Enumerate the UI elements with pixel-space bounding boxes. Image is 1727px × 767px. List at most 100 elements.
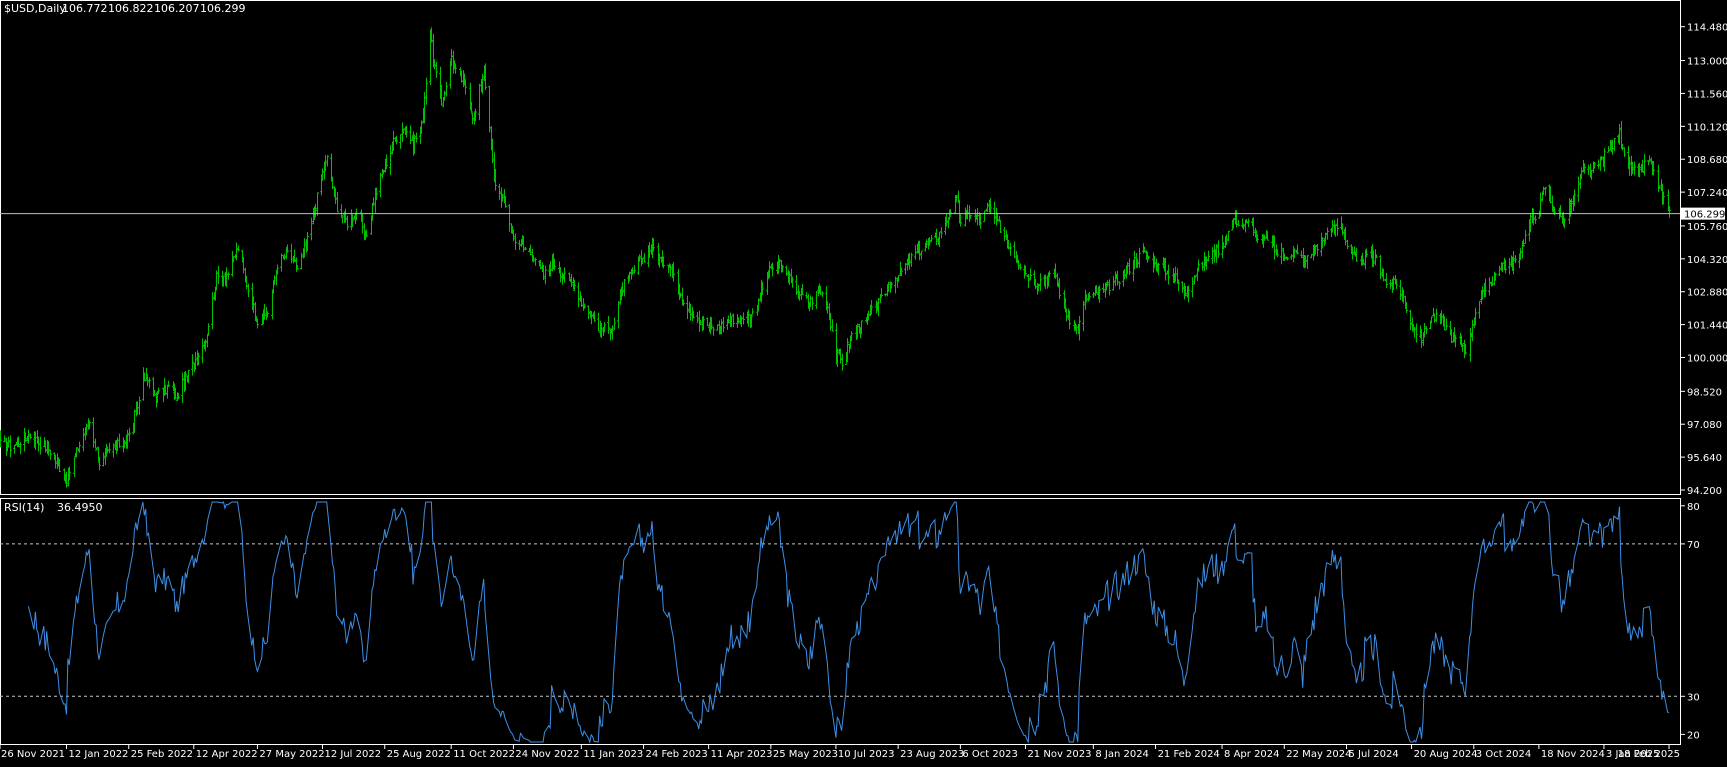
- ohlc-bar: [1280, 242, 1283, 265]
- ohlc-bar: [19, 441, 22, 455]
- ohlc-bar: [300, 252, 303, 270]
- ohlc-bar: [1326, 227, 1329, 240]
- ohlc-bar: [295, 257, 298, 272]
- ohlc-bar: [1498, 265, 1501, 276]
- ohlc-bar: [1514, 255, 1517, 264]
- time-axis: 26 Nov 2021 12 Jan 2022 25 Feb 2022 12 Apr …: [0, 745, 1680, 760]
- rsi-tick-label: 30: [1687, 692, 1700, 703]
- ohlc-bar: [1607, 146, 1610, 153]
- ohlc-bar: [587, 305, 590, 320]
- price-tick-label: 98.520: [1687, 387, 1722, 398]
- time-tick-label: 11 Oct 2022: [453, 749, 515, 760]
- ohlc-bar: [983, 210, 986, 223]
- rsi-tick-label: 80: [1687, 502, 1700, 513]
- ohlc-bar: [1029, 268, 1032, 281]
- price-panel-frame: [0, 0, 1681, 495]
- price-tick-label: 97.080: [1687, 420, 1722, 431]
- ohlc-bar: [73, 457, 76, 478]
- ohlc-bar: [894, 276, 897, 294]
- time-tick-label: 8 Apr 2024: [1224, 749, 1279, 760]
- ohlc-bar: [751, 308, 754, 316]
- ohlc-bar: [1445, 318, 1448, 331]
- ohlc-bar: [1430, 316, 1433, 323]
- ohlc-bar: [1435, 308, 1438, 323]
- ohlc-bar: [415, 132, 418, 143]
- ohlc-bar: [336, 192, 339, 213]
- price-tick-label: 111.560: [1687, 89, 1727, 100]
- ohlc-bar: [389, 145, 392, 175]
- ohlc-bar: [607, 316, 610, 334]
- ohlc-bar: [1613, 138, 1616, 152]
- ohlc-bar: [340, 204, 343, 218]
- ohlc-open: 106.772: [62, 2, 108, 15]
- price-tick-label: 100.000: [1687, 354, 1727, 365]
- ohlc-bar: [1247, 218, 1250, 228]
- ohlc-bar: [930, 235, 933, 242]
- ohlc-bar: [478, 83, 481, 121]
- ohlc-bar: [1207, 250, 1210, 262]
- ohlc-bar: [768, 261, 771, 278]
- ohlc-bar: [235, 242, 238, 261]
- ohlc-bar: [142, 367, 145, 401]
- price-tick-label: 113.000: [1687, 57, 1727, 68]
- ohlc-bar: [435, 62, 438, 78]
- ohlc-bar: [1290, 254, 1293, 260]
- time-tick-label: 11 Apr 2023: [711, 749, 773, 760]
- time-tick-label: 25 Feb 2022: [131, 749, 193, 760]
- ohlc-bar: [39, 436, 42, 455]
- ohlc-bar: [1544, 186, 1547, 196]
- time-tick-label: 8 Jan 2024: [1095, 749, 1149, 760]
- ohlc-bar: [1082, 300, 1085, 332]
- ohlc-bar: [138, 396, 141, 415]
- ohlc-bar: [544, 265, 547, 285]
- ohlc-bar: [379, 172, 382, 198]
- ohlc-bar: [1461, 343, 1464, 352]
- ohlc-bar: [1138, 247, 1141, 268]
- ohlc-bar: [1118, 281, 1121, 290]
- ohlc-bar: [623, 278, 626, 297]
- ohlc-bar: [310, 217, 313, 241]
- rsi-value: 36.4950: [57, 501, 103, 514]
- ohlc-bar: [1415, 323, 1418, 343]
- ohlc-bar: [1409, 309, 1412, 331]
- price-tick-label: 104.320: [1687, 255, 1727, 266]
- ohlc-bar: [1092, 291, 1095, 299]
- current-price-label: 106.299: [1684, 210, 1725, 221]
- ohlc-bar: [732, 313, 735, 328]
- ohlc-bar: [409, 125, 412, 144]
- ohlc-bar: [686, 295, 689, 320]
- symbol-label: $USD,Daily: [4, 2, 66, 15]
- ohlc-bar: [999, 220, 1002, 233]
- chart-canvas[interactable]: 114.480 113.000 111.560 110.120 108.680 107.2…: [0, 0, 1727, 763]
- current-price-marker: 106.299: [0, 207, 1725, 221]
- ohlc-bar: [167, 380, 170, 387]
- ohlc-bar: [563, 267, 566, 283]
- ohlc-bar: [9, 435, 12, 458]
- ohlc-bar: [207, 323, 210, 336]
- ohlc-bar: [191, 354, 194, 376]
- ohlc-bar: [1346, 239, 1349, 250]
- ohlc-bar: [102, 452, 105, 467]
- time-tick-label: 12 Jan 2022: [68, 749, 128, 760]
- ohlc-bar: [815, 291, 818, 310]
- ohlc-bar: [1488, 277, 1491, 296]
- ohlc-bar: [1587, 164, 1590, 175]
- time-tick-label: 20 Aug 2024: [1414, 749, 1478, 760]
- price-tick-label: 110.120: [1687, 122, 1727, 133]
- ohlc-bar: [181, 372, 184, 404]
- ohlc-bar: [445, 81, 448, 97]
- ohlc-bar: [0, 430, 2, 448]
- ohlc-bar: [399, 134, 402, 149]
- time-tick-label: 25 May 2023: [773, 749, 838, 760]
- rsi-series: [27, 501, 1670, 744]
- ohlc-bar: [148, 377, 151, 389]
- ohlc-bar: [1324, 232, 1327, 243]
- ohlc-bar: [1306, 255, 1309, 270]
- ohlc-bar: [290, 243, 293, 264]
- ohlc-bar: [1003, 226, 1006, 242]
- ohlc-bar: [1508, 257, 1511, 275]
- ohlc-low: 106.207: [154, 2, 200, 15]
- ohlc-bar: [245, 275, 248, 290]
- chart-window[interactable]: 114.480 113.000 111.560 110.120 108.680 107.2…: [0, 0, 1727, 763]
- ohlc-bar: [118, 433, 121, 448]
